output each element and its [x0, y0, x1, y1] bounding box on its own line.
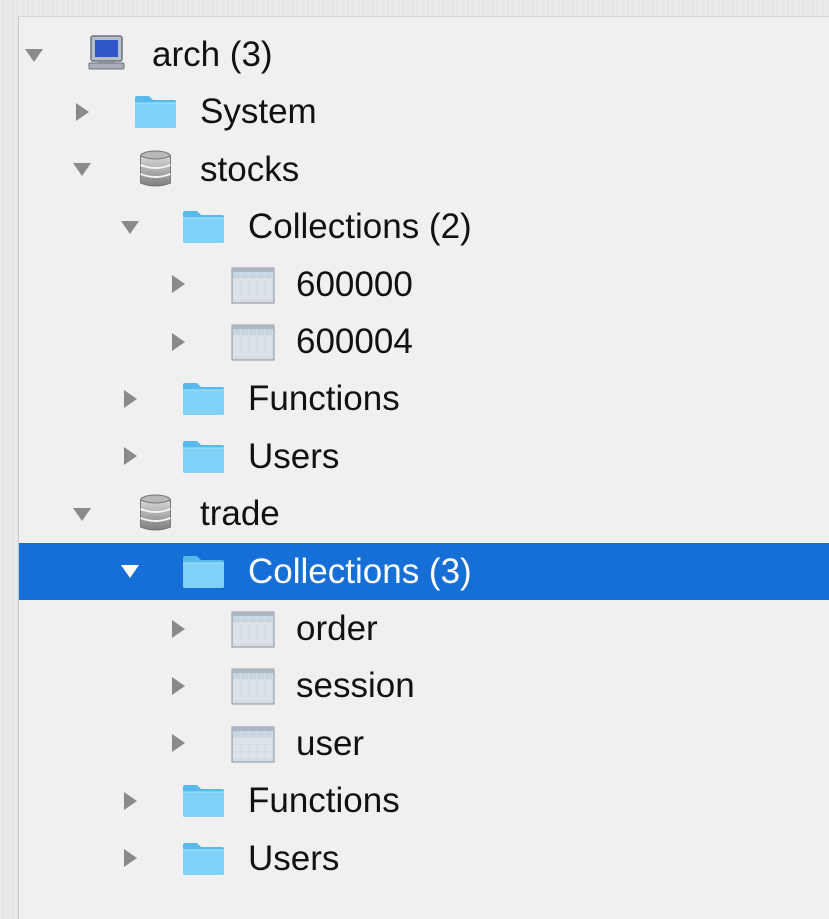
tree-item-label: 600000: [296, 264, 413, 304]
folder-icon: [180, 435, 227, 478]
tree-item-label: Users: [248, 838, 340, 878]
disclosure-collapsed-icon[interactable]: [116, 370, 144, 427]
tree-row[interactable]: Users: [19, 830, 829, 887]
disclosure-collapsed-icon[interactable]: [164, 256, 192, 313]
disclosure-collapsed-icon[interactable]: [68, 83, 96, 140]
tree-row[interactable]: 600004: [19, 313, 829, 370]
computer-icon: [84, 33, 131, 76]
tree-row[interactable]: 600000: [19, 256, 829, 313]
tree-row[interactable]: user: [19, 715, 829, 772]
folder-icon: [180, 377, 227, 420]
tree-item-label: trade: [200, 494, 280, 534]
disclosure-expanded-icon[interactable]: [20, 26, 48, 83]
disclosure-collapsed-icon[interactable]: [116, 428, 144, 485]
disclosure-expanded-icon[interactable]: [68, 141, 96, 198]
disclosure-expanded-icon[interactable]: [116, 198, 144, 255]
tree-item-label: user: [296, 723, 365, 763]
disclosure-collapsed-icon[interactable]: [164, 313, 192, 370]
tree-item-label: stocks: [200, 149, 300, 189]
tree-item-label: Collections (3): [248, 551, 472, 591]
folder-icon: [180, 779, 227, 822]
tree-row[interactable]: order: [19, 600, 829, 657]
database-icon: [132, 492, 179, 535]
tree-item-label: session: [296, 666, 415, 706]
table-icon: [228, 263, 275, 306]
disclosure-expanded-icon[interactable]: [68, 485, 96, 542]
table-icon: [228, 320, 275, 363]
tree-row[interactable]: session: [19, 657, 829, 714]
disclosure-expanded-icon[interactable]: [116, 543, 144, 600]
disclosure-collapsed-icon[interactable]: [164, 715, 192, 772]
disclosure-collapsed-icon[interactable]: [116, 830, 144, 887]
tree-row[interactable]: Collections (2): [19, 198, 829, 255]
tree-row[interactable]: System: [19, 83, 829, 140]
folder-icon: [180, 550, 227, 593]
tree-row-selected[interactable]: Collections (3): [19, 542, 829, 600]
sidebar-frame: arch (3) System stocks Collections (2) 60000…: [0, 0, 829, 919]
tree-row[interactable]: Users: [19, 428, 829, 485]
folder-icon: [180, 837, 227, 880]
folder-icon: [132, 90, 179, 133]
tree-row[interactable]: Functions: [19, 370, 829, 427]
disclosure-collapsed-icon[interactable]: [164, 657, 192, 714]
table-icon: [228, 722, 275, 765]
tree-item-label: Users: [248, 436, 340, 476]
tree-item-label: Collections (2): [248, 207, 472, 247]
tree-item-label: Functions: [248, 781, 400, 821]
tree-row[interactable]: arch (3): [19, 26, 829, 83]
tree-item-label: order: [296, 609, 378, 648]
table-icon: [228, 664, 275, 707]
folder-icon: [180, 205, 227, 248]
tree-row[interactable]: trade: [19, 485, 829, 542]
tree-row[interactable]: stocks: [19, 141, 829, 198]
tree-item-label: Functions: [248, 379, 400, 419]
tree-row[interactable]: Functions: [19, 772, 829, 829]
table-icon: [228, 607, 275, 650]
database-tree-panel[interactable]: arch (3) System stocks Collections (2) 60000…: [18, 16, 829, 919]
disclosure-collapsed-icon[interactable]: [116, 772, 144, 829]
disclosure-collapsed-icon[interactable]: [164, 600, 192, 657]
tree-item-label: 600004: [296, 322, 413, 361]
tree-item-label: arch (3): [152, 35, 273, 74]
tree-item-label: System: [200, 92, 317, 132]
database-icon: [132, 148, 179, 191]
